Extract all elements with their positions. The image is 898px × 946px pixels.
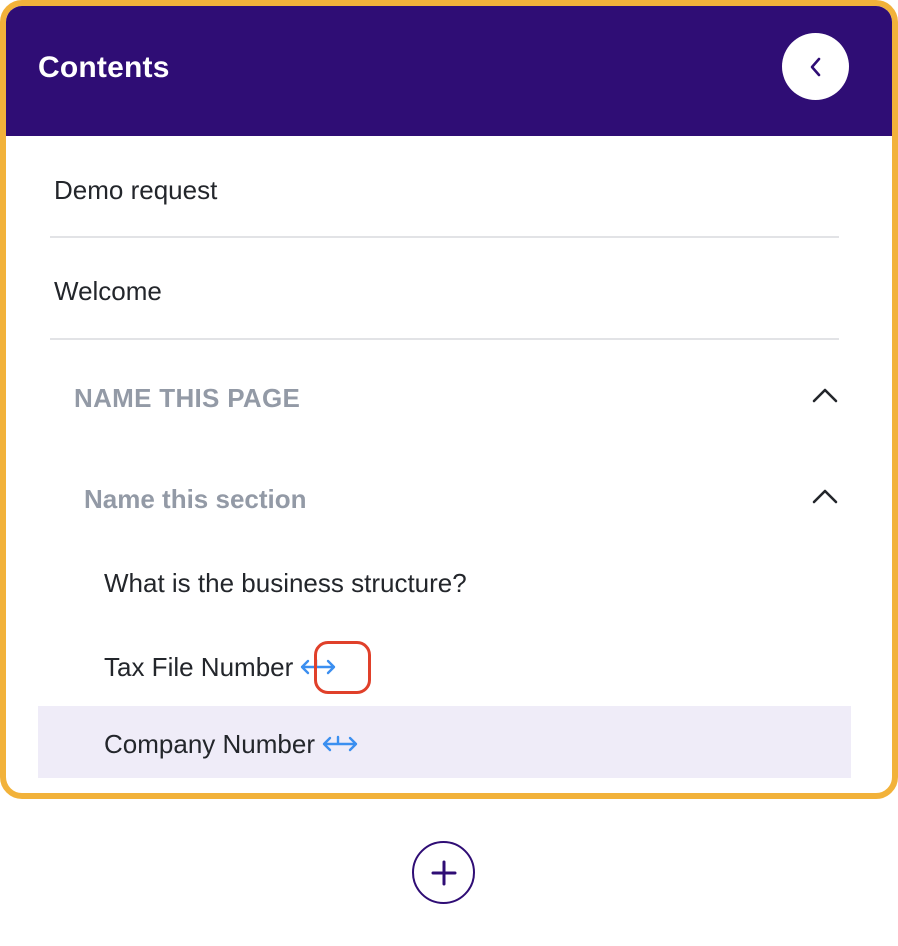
page-group-header[interactable]: NAME THIS PAGE <box>50 368 839 428</box>
question-item-company-number[interactable]: Company Number <box>38 706 851 778</box>
plus-icon <box>431 860 456 885</box>
question-label: Tax File Number <box>104 652 294 682</box>
collapse-panel-button[interactable] <box>782 33 849 100</box>
contents-panel: Contents Demo request Welcome NAME THIS … <box>0 0 898 799</box>
panel-header: Contents <box>6 6 892 136</box>
contents-item-label: Welcome <box>54 276 162 306</box>
question-item-tax-file-number[interactable]: Tax File Number <box>38 631 851 703</box>
contents-item-label: Demo request <box>54 175 218 205</box>
chevron-left-icon <box>810 57 820 76</box>
question-label-wrap: Company Number <box>104 728 359 760</box>
link-arrows-icon[interactable] <box>299 657 337 677</box>
contents-item-welcome[interactable]: Welcome <box>50 238 839 340</box>
link-arrows-icon[interactable] <box>321 734 359 754</box>
chevron-up-icon[interactable] <box>811 386 839 404</box>
question-label: What is the business structure? <box>104 568 467 598</box>
section-group-header[interactable]: Name this section <box>50 469 839 529</box>
page-group-title: NAME THIS PAGE <box>74 383 301 413</box>
question-item-business-structure[interactable]: What is the business structure? <box>38 547 851 619</box>
section-group-title: Name this section <box>84 484 307 514</box>
question-label-wrap: Tax File Number <box>104 651 337 683</box>
question-label: Company Number <box>104 729 315 759</box>
panel-title: Contents <box>38 51 170 84</box>
chevron-up-icon[interactable] <box>811 487 839 505</box>
contents-item-demo-request[interactable]: Demo request <box>50 136 839 238</box>
add-button[interactable] <box>412 841 475 904</box>
